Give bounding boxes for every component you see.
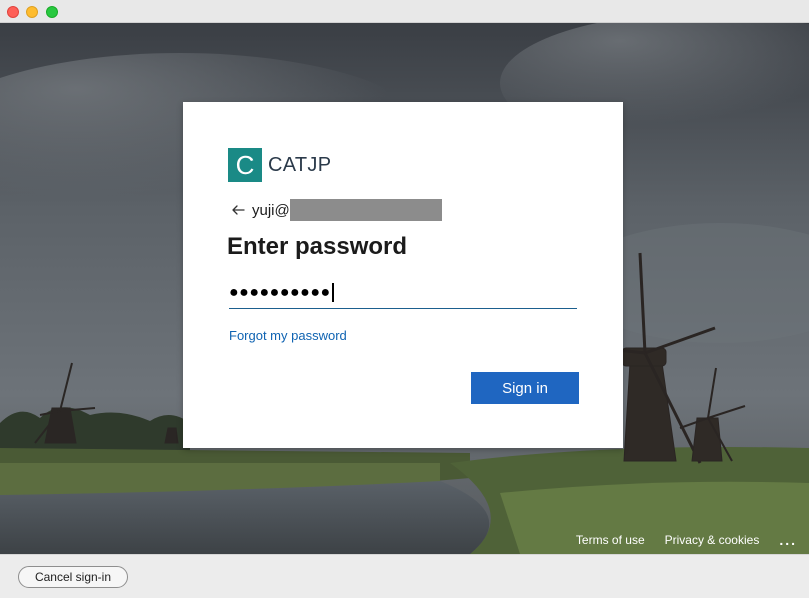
password-masked-value: ●●●●●●●●●● <box>229 283 331 301</box>
account-identity: yuji@ <box>230 199 442 221</box>
company-logo: C CATJP <box>228 148 331 182</box>
username-text: yuji@ <box>252 201 290 219</box>
back-arrow-icon[interactable] <box>230 202 246 218</box>
minimize-window-button[interactable] <box>26 6 38 18</box>
more-options-icon[interactable]: ... <box>779 532 797 548</box>
page-title: Enter password <box>227 233 408 260</box>
bottom-bar: Cancel sign-in <box>0 554 809 598</box>
forgot-password-link[interactable]: Forgot my password <box>229 328 347 343</box>
close-window-button[interactable] <box>7 6 19 18</box>
footer-links: Terms of use Privacy & cookies ... <box>576 532 797 548</box>
cancel-sign-in-button[interactable]: Cancel sign-in <box>18 566 128 588</box>
logo-name: CATJP <box>268 153 332 176</box>
sign-in-dialog: C CATJP yuji@ Enter password ●●●●●●●●●● … <box>183 102 623 448</box>
zoom-window-button[interactable] <box>46 6 58 18</box>
sign-in-window: C CATJP yuji@ Enter password ●●●●●●●●●● … <box>0 0 809 598</box>
redacted-email-block <box>289 199 442 221</box>
sign-in-page: C CATJP yuji@ Enter password ●●●●●●●●●● … <box>0 23 809 554</box>
terms-of-use-link[interactable]: Terms of use <box>576 533 645 547</box>
privacy-cookies-link[interactable]: Privacy & cookies <box>665 533 760 547</box>
password-input[interactable]: ●●●●●●●●●● <box>229 277 577 309</box>
title-bar <box>0 0 809 23</box>
text-caret <box>331 283 334 302</box>
sign-in-button[interactable]: Sign in <box>471 372 579 404</box>
logo-mark: C <box>228 148 262 182</box>
